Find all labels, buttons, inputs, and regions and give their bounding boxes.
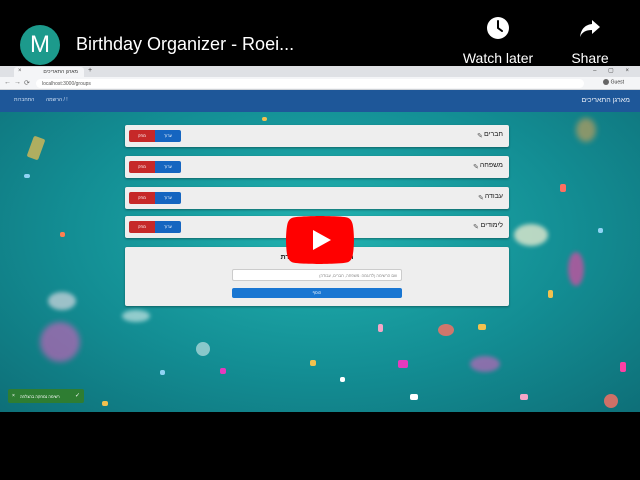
list-name-input[interactable]: שם הרשימה (לדוגמה: משפחה, חברים, עבודה) bbox=[232, 269, 402, 281]
confetti bbox=[60, 232, 65, 237]
list-name: לימודים bbox=[480, 222, 503, 229]
list-card-friends[interactable]: מחק ערוך ✎ חברים bbox=[125, 125, 509, 147]
confetti bbox=[604, 394, 618, 408]
confetti bbox=[598, 228, 603, 233]
confetti bbox=[262, 117, 267, 121]
watch-later-label: Watch later bbox=[462, 50, 534, 66]
confetti bbox=[470, 356, 500, 372]
edit-list-button[interactable]: ערוך bbox=[155, 192, 181, 204]
share-arrow-icon bbox=[580, 20, 600, 37]
confetti bbox=[160, 370, 165, 375]
app-title[interactable]: מארגן התאריכים bbox=[581, 97, 630, 104]
edit-name-icon[interactable]: ✎ bbox=[477, 132, 483, 140]
list-name: חברים bbox=[484, 131, 503, 138]
edit-list-button[interactable]: ערוך bbox=[155, 130, 181, 142]
browser-tab-bar: × מארגן התאריכים + – ▢ × bbox=[0, 66, 640, 77]
video-player[interactable]: M Birthday Organizer - Roei... Watch lat… bbox=[0, 0, 640, 480]
youtube-top-overlay: M Birthday Organizer - Roei... Watch lat… bbox=[0, 0, 640, 66]
list-card-work[interactable]: מחק ערוך ✎ עבודה bbox=[125, 187, 509, 209]
confetti bbox=[310, 360, 316, 366]
share-button[interactable]: Share bbox=[545, 16, 635, 66]
profile-button[interactable]: Guest bbox=[602, 79, 624, 86]
forward-icon[interactable]: → bbox=[14, 79, 21, 86]
delete-list-button[interactable]: מחק bbox=[129, 161, 155, 173]
confetti bbox=[568, 252, 584, 286]
delete-list-button[interactable]: מחק bbox=[129, 192, 155, 204]
edit-list-button[interactable]: ערוך bbox=[155, 221, 181, 233]
success-toast: × רשימה נמחקה בהצלחה ✓ bbox=[8, 389, 84, 403]
delete-list-button[interactable]: מחק bbox=[129, 130, 155, 142]
edit-name-icon[interactable]: ✎ bbox=[473, 163, 479, 171]
back-icon[interactable]: ← bbox=[4, 79, 11, 86]
confetti bbox=[220, 368, 226, 374]
confetti bbox=[576, 118, 596, 142]
confetti bbox=[196, 342, 210, 356]
check-circle-icon: ✓ bbox=[74, 393, 80, 399]
confetti bbox=[560, 184, 566, 192]
browser-tab[interactable]: × מארגן התאריכים bbox=[14, 67, 84, 77]
confetti bbox=[620, 362, 626, 372]
window-controls[interactable]: – ▢ × bbox=[593, 67, 634, 74]
close-icon[interactable]: × bbox=[12, 393, 15, 399]
reload-icon[interactable]: ⟳ bbox=[24, 79, 30, 87]
confetti bbox=[40, 322, 80, 362]
channel-avatar[interactable]: M bbox=[20, 25, 60, 65]
add-list-button[interactable]: הוסף bbox=[232, 288, 402, 298]
confetti bbox=[410, 394, 418, 400]
watch-later-button[interactable]: Watch later bbox=[453, 16, 543, 66]
confetti bbox=[520, 394, 528, 400]
edit-name-icon[interactable]: ✎ bbox=[478, 194, 484, 202]
browser-address-bar: ← → ⟳ localhost:3000/groups Guest bbox=[0, 77, 640, 90]
list-name: משפחה bbox=[479, 162, 503, 169]
confetti bbox=[438, 324, 454, 336]
edit-list-button[interactable]: ערוך bbox=[155, 161, 181, 173]
confetti bbox=[122, 310, 150, 322]
confetti bbox=[514, 224, 548, 246]
clock-icon bbox=[487, 17, 509, 39]
confetti bbox=[102, 401, 108, 406]
share-label: Share bbox=[571, 50, 609, 66]
video-title[interactable]: Birthday Organizer - Roei... bbox=[76, 34, 294, 55]
nav-login[interactable]: התחברות bbox=[14, 97, 34, 103]
browser-tab-title: מארגן התאריכים bbox=[43, 69, 78, 75]
profile-icon bbox=[602, 79, 609, 85]
close-tab-icon[interactable]: × bbox=[18, 68, 22, 74]
url-input[interactable]: localhost:3000/groups bbox=[36, 79, 584, 88]
confetti bbox=[340, 377, 345, 382]
confetti bbox=[478, 324, 486, 330]
play-button[interactable] bbox=[286, 216, 354, 264]
new-tab-icon[interactable]: + bbox=[88, 67, 92, 74]
confetti bbox=[378, 324, 383, 332]
delete-list-button[interactable]: מחק bbox=[129, 221, 155, 233]
list-card-family[interactable]: מחק ערוך ✎ משפחה bbox=[125, 156, 509, 178]
nav-register[interactable]: הרשמה / ! bbox=[46, 97, 68, 103]
confetti bbox=[398, 360, 408, 368]
confetti bbox=[24, 174, 30, 178]
edit-name-icon[interactable]: ✎ bbox=[473, 223, 479, 231]
profile-label: Guest bbox=[610, 79, 624, 86]
confetti bbox=[48, 292, 76, 310]
app-navbar: התחברות הרשמה / ! מארגן התאריכים bbox=[0, 90, 640, 112]
list-name: עבודה bbox=[484, 193, 503, 200]
confetti bbox=[548, 290, 553, 298]
toast-message: רשימה נמחקה בהצלחה bbox=[20, 394, 60, 399]
confetti bbox=[26, 135, 46, 161]
